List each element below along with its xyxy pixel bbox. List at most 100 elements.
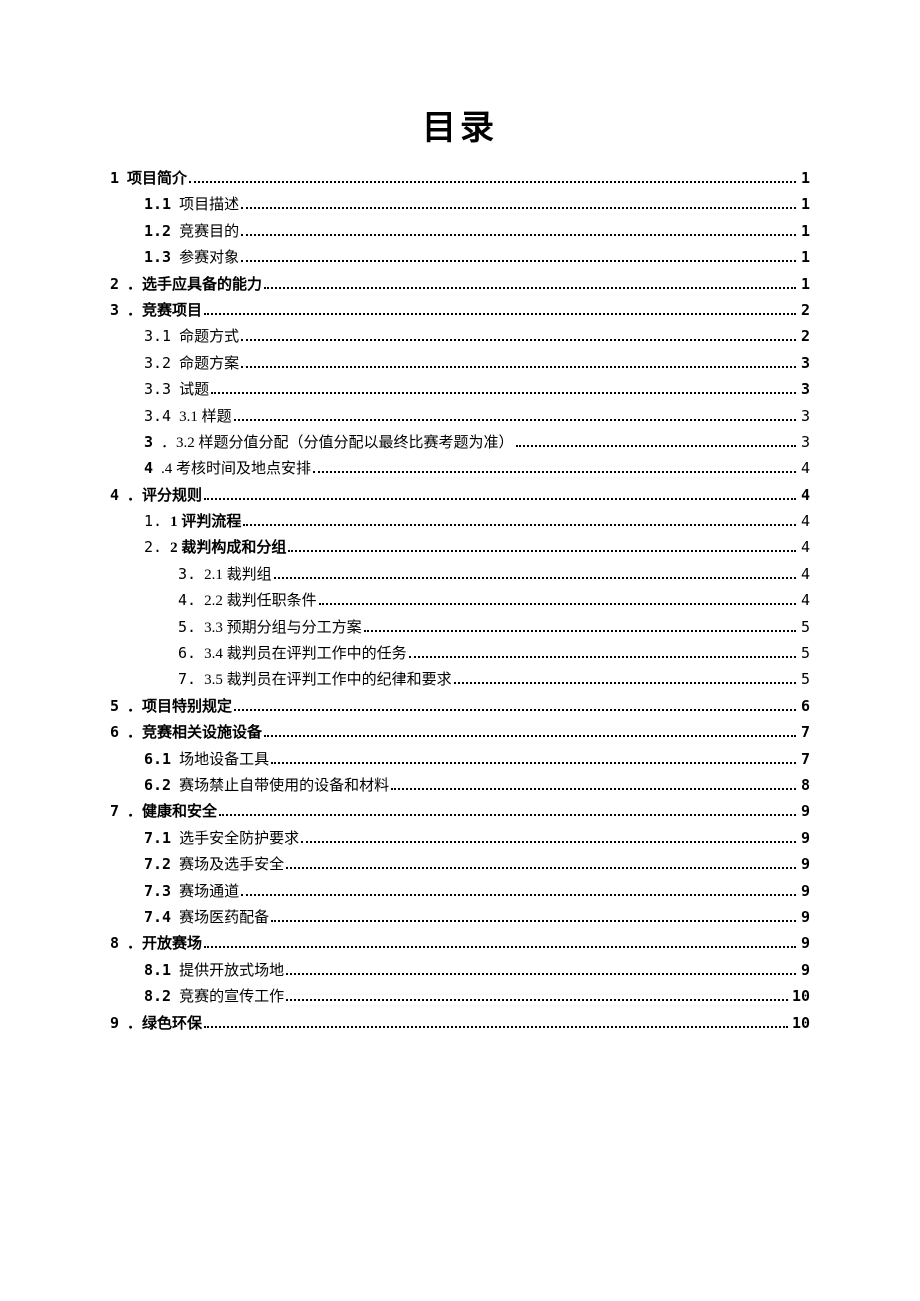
toc-leader <box>189 181 796 183</box>
toc-entry: 8.1提供开放式场地9 <box>110 963 810 979</box>
toc-entry: 2. 2 裁判构成和分组 4 <box>110 540 810 556</box>
toc-entry: 1.3参赛对象1 <box>110 250 810 266</box>
toc-entry: 3.2命题方案3 <box>110 356 810 372</box>
toc-leader <box>274 577 796 579</box>
toc-entry-number: 7 <box>110 804 119 819</box>
toc-entry-number: 6. <box>178 646 196 661</box>
toc-entry-label: 赛场及选手安全 <box>179 858 284 873</box>
toc-entry: 5.3.3 预期分组与分工方案5 <box>110 620 810 636</box>
toc-entry-number: 3.2 <box>144 356 171 371</box>
toc-entry-number: 8.1 <box>144 963 171 978</box>
toc-entry-number: 4. <box>178 593 196 608</box>
toc-entry-label: 项目描述 <box>179 198 239 213</box>
toc-entry: 7.4赛场医药配备9 <box>110 910 810 926</box>
toc-leader <box>234 419 796 421</box>
toc-entry-number: 2 <box>110 277 119 292</box>
toc-entry-page: 3 <box>800 382 810 397</box>
toc-leader <box>241 234 796 236</box>
toc-entry-label: 3.5 裁判员在评判工作中的纪律和要求 <box>204 673 452 688</box>
toc-entry-label: 1 评判流程 <box>170 515 241 530</box>
toc-entry-label: 命题方案 <box>179 357 239 372</box>
toc-entry: 3.1命题方式2 <box>110 329 810 345</box>
toc-entry-label: ．竞赛项目 <box>127 304 202 319</box>
toc-entry: 7 ．健康和安全 9 <box>110 804 810 820</box>
toc-entry-label: 赛场医药配备 <box>179 911 269 926</box>
toc-entry-label: 赛场通道 <box>179 885 239 900</box>
toc-entry-label: 3.3 预期分组与分工方案 <box>204 621 362 636</box>
toc-entry-label: 3.1 样题 <box>179 410 232 425</box>
document-page: 目录 1项目简介11.1项目描述11.2竞赛目的11.3参赛对象12．选手应具备… <box>0 0 920 1032</box>
toc-entry-page: 5 <box>800 646 810 661</box>
toc-leader <box>264 735 796 737</box>
toc-entry-number: 3.3 <box>144 382 171 397</box>
toc-entry-number: 9 <box>110 1016 119 1031</box>
toc-entry-label: 选手安全防护要求 <box>179 832 299 847</box>
toc-entry-number: 4 <box>110 488 119 503</box>
toc-entry-label: 3.4 裁判员在评判工作中的任务 <box>204 647 407 662</box>
toc-leader <box>219 814 796 816</box>
toc-entry-label: 场地设备工具 <box>179 753 269 768</box>
toc-entry-number: 7.1 <box>144 831 171 846</box>
toc-entry-number: 3.1 <box>144 329 171 344</box>
toc-entry-page: 10 <box>792 1016 810 1031</box>
toc-entry: 4.4 考核时间及地点安排4 <box>110 461 810 477</box>
toc-entry-page: 7 <box>800 752 810 767</box>
toc-entry-number: 1 <box>110 171 119 186</box>
toc-entry: 8.2竞赛的宣传工作10 <box>110 989 810 1005</box>
toc-entry-label: ．开放赛场 <box>127 937 202 952</box>
toc-entry: 1.1 评判流程4 <box>110 514 810 530</box>
toc-entry-page: 1 <box>800 277 810 292</box>
toc-entry-number: 1.3 <box>144 250 171 265</box>
toc-entry-label: 竞赛目的 <box>179 225 239 240</box>
toc-entry-label: 2.2 裁判任职条件 <box>204 594 317 609</box>
toc-entry: 9 ．绿色环保 10 <box>110 1016 810 1032</box>
toc-entry-page: 2 <box>800 303 810 318</box>
toc-leader <box>288 550 796 552</box>
toc-entry: 3.3试题3 <box>110 382 810 398</box>
toc-entry: 6.2赛场禁止自带使用的设备和材料8 <box>110 778 810 794</box>
toc-entry-label: 2 裁判构成和分组 <box>170 541 286 556</box>
toc-entry-label: ．选手应具备的能力 <box>127 278 262 293</box>
toc-leader <box>241 260 796 262</box>
toc-leader <box>241 366 796 368</box>
toc-leader <box>234 709 796 711</box>
toc-entry-number: 6.1 <box>144 752 171 767</box>
toc-entry-label: 命题方式 <box>179 330 239 345</box>
toc-entry: 2 ．选手应具备的能力 1 <box>110 277 810 293</box>
toc-entry-label: ．竞赛相关设施设备 <box>127 726 262 741</box>
toc-entry-label: ．健康和安全 <box>127 805 217 820</box>
toc-entry-number: 7.2 <box>144 857 171 872</box>
toc-entry-page: 9 <box>800 804 810 819</box>
toc-entry-number: 8 <box>110 936 119 951</box>
toc-leader <box>241 339 796 341</box>
toc-entry-page: 9 <box>800 963 810 978</box>
toc-entry: 6．竞赛相关设施设备7 <box>110 725 810 741</box>
toc-entry: 7.2赛场及选手安全9 <box>110 857 810 873</box>
toc-entry-label: ．绿色环保 <box>127 1017 202 1032</box>
toc-entry-page: 4 <box>800 540 810 555</box>
toc-leader <box>271 920 796 922</box>
toc-leader <box>264 287 796 289</box>
toc-entry: 5．项目特别规定6 <box>110 699 810 715</box>
toc-entry-label: ．项目特别规定 <box>127 700 232 715</box>
toc-entry-label: .4 考核时间及地点安排 <box>161 462 311 477</box>
toc-entry-number: 2. <box>144 540 162 555</box>
toc-leader <box>241 207 796 209</box>
toc-entry-number: 4 <box>144 461 153 476</box>
toc-entry: 3.2.1 裁判组4 <box>110 567 810 583</box>
toc-entry-number: 3 <box>144 435 153 450</box>
toc-entry-label: 赛场禁止自带使用的设备和材料 <box>179 779 389 794</box>
toc-entry-number: 5 <box>110 699 119 714</box>
toc-entry-number: 7.4 <box>144 910 171 925</box>
toc-entry: 3.43.1 样题3 <box>110 409 810 425</box>
toc-entry-page: 3 <box>800 435 810 450</box>
toc-entry-label: ．3.2 样题分值分配（分值分配以最终比赛考题为准） <box>161 436 514 451</box>
toc-entry-label: 2.1 裁判组 <box>204 568 272 583</box>
toc-entry-page: 1 <box>800 197 810 212</box>
toc-leader <box>204 313 796 315</box>
toc-leader <box>286 999 788 1001</box>
toc-entry-page: 5 <box>800 620 810 635</box>
toc-leader <box>243 524 796 526</box>
toc-leader <box>204 498 796 500</box>
toc-entry-number: 3. <box>178 567 196 582</box>
